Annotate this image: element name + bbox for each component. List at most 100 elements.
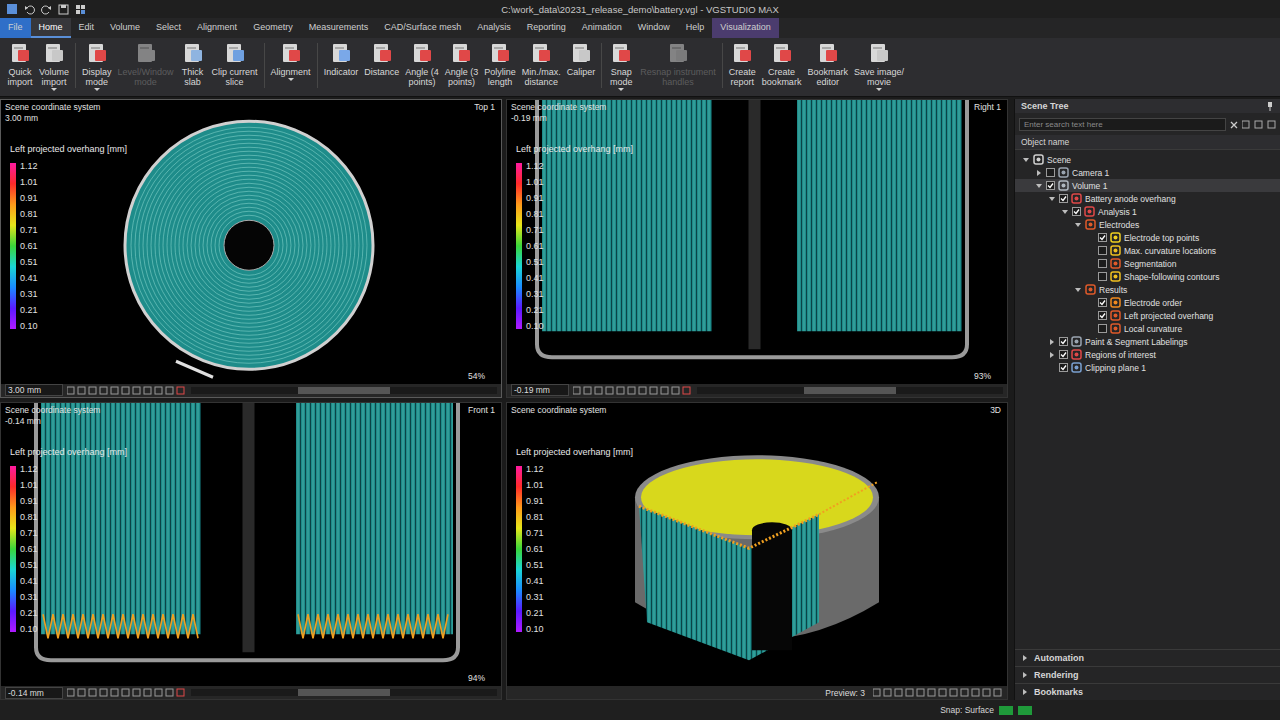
expander-icon[interactable] (1048, 338, 1056, 346)
ribbon-button[interactable]: Indicator (321, 41, 362, 77)
menu-tab[interactable]: Alignment (189, 18, 245, 38)
tree-item[interactable]: Clipping plane 1 (1015, 361, 1280, 374)
menu-tab[interactable]: Home (31, 18, 71, 38)
viewport-canvas[interactable]: Scene coordinate systemRight 1-0.19 mmLe… (507, 100, 1007, 384)
ribbon-button[interactable]: Angle (4points) (402, 41, 442, 87)
menu-tab[interactable]: CAD/Surface mesh (376, 18, 469, 38)
view-tools-icon[interactable] (67, 688, 187, 697)
tree-item[interactable]: Local curvature (1015, 322, 1280, 335)
visibility-checkbox[interactable] (1046, 181, 1055, 190)
preview-level[interactable]: Preview: 3 (821, 688, 869, 698)
front-slice-drawing[interactable] (1, 403, 501, 687)
volume-3d-drawing[interactable] (507, 403, 1007, 687)
ribbon-button[interactable]: Thickslab (177, 41, 209, 87)
tree-item[interactable]: Left projected overhang (1015, 309, 1280, 322)
expander-icon[interactable] (1022, 156, 1030, 164)
menu-tab[interactable]: Analysis (469, 18, 519, 38)
ribbon-button[interactable]: Bookmarkeditor (804, 41, 851, 87)
panel-section[interactable]: Automation (1015, 649, 1280, 666)
clear-icon[interactable] (1230, 121, 1238, 129)
tree-item[interactable]: Scene (1015, 153, 1280, 166)
ribbon-button[interactable]: Angle (3points) (442, 41, 482, 87)
expander-icon[interactable] (1035, 182, 1043, 190)
tree-options-icon[interactable] (1242, 120, 1276, 129)
menu-tab[interactable]: Reporting (519, 18, 574, 38)
expander-icon[interactable] (1035, 169, 1043, 177)
search-field[interactable]: Enter search text here (1019, 118, 1226, 131)
ribbon-button[interactable]: Createreport (726, 41, 759, 87)
viewport[interactable]: Scene coordinate systemFront 1-0.14 mmLe… (0, 402, 502, 701)
viewport[interactable]: Scene coordinate systemTop 13.00 mmLeft … (0, 99, 502, 398)
visibility-checkbox[interactable] (1059, 350, 1068, 359)
ribbon-button[interactable]: Caliper (564, 41, 599, 77)
right-slice-drawing[interactable] (507, 100, 1007, 384)
expander-icon[interactable] (1074, 286, 1082, 294)
viewport-canvas[interactable]: Scene coordinate systemTop 13.00 mmLeft … (1, 100, 501, 384)
tree-item[interactable]: Paint & Segment Labelings (1015, 335, 1280, 348)
slice-position-field[interactable]: -0.14 mm (5, 687, 63, 699)
visibility-checkbox[interactable] (1098, 259, 1107, 268)
column-header[interactable]: Object name (1015, 135, 1280, 150)
ribbon-button[interactable]: Distance (361, 41, 402, 77)
panel-section[interactable]: Bookmarks (1015, 683, 1280, 700)
ribbon-button[interactable]: Clip currentslice (209, 41, 261, 87)
view-tools-icon[interactable] (573, 386, 693, 395)
menu-tab[interactable]: Select (148, 18, 189, 38)
visibility-checkbox[interactable] (1059, 194, 1068, 203)
tree-item[interactable]: Electrode top points (1015, 231, 1280, 244)
tree-item[interactable]: Regions of interest (1015, 348, 1280, 361)
redo-icon[interactable] (41, 4, 52, 15)
slice-scrollbar[interactable] (191, 689, 497, 696)
top-slice-drawing[interactable] (1, 100, 501, 384)
ribbon-button[interactable]: Level/Windowmode (115, 41, 177, 87)
view-tools-icon[interactable] (873, 688, 1003, 697)
tree-item[interactable]: Volume 1 (1015, 179, 1280, 192)
visibility-checkbox[interactable] (1098, 324, 1107, 333)
undo-icon[interactable] (24, 4, 35, 15)
tree-item[interactable]: Results (1015, 283, 1280, 296)
panel-section[interactable]: Rendering (1015, 666, 1280, 683)
section-expander-icon[interactable] (1021, 671, 1029, 679)
expander-icon[interactable] (1048, 195, 1056, 203)
menu-tab[interactable]: Geometry (245, 18, 301, 38)
visibility-checkbox[interactable] (1098, 311, 1107, 320)
tree-item[interactable]: Shape-following contours (1015, 270, 1280, 283)
ribbon-button[interactable]: Save image/movie (851, 41, 907, 91)
visibility-checkbox[interactable] (1046, 168, 1055, 177)
menu-tab[interactable]: Volume (102, 18, 148, 38)
tree-item[interactable]: Max. curvature locations (1015, 244, 1280, 257)
tree-item[interactable]: Electrode order (1015, 296, 1280, 309)
visibility-checkbox[interactable] (1059, 337, 1068, 346)
app-icon[interactable] (6, 3, 18, 15)
tree-item[interactable]: Electrodes (1015, 218, 1280, 231)
ribbon-button[interactable]: Volumeimport (36, 41, 72, 91)
viewport[interactable]: Scene coordinate systemRight 1-0.19 mmLe… (506, 99, 1008, 398)
expander-icon[interactable] (1048, 351, 1056, 359)
save-icon[interactable] (58, 4, 69, 15)
slice-position-field[interactable]: 3.00 mm (5, 384, 63, 396)
ribbon-button[interactable]: Quickimport (4, 41, 36, 87)
menu-tab[interactable]: Window (630, 18, 678, 38)
ribbon-button[interactable]: Snapmode (605, 41, 637, 91)
menu-tab[interactable]: Help (678, 18, 713, 38)
ribbon-button[interactable]: Alignment (268, 41, 314, 81)
visibility-checkbox[interactable] (1098, 246, 1107, 255)
ribbon-button[interactable]: Createbookmark (759, 41, 805, 87)
visibility-checkbox[interactable] (1072, 207, 1081, 216)
menu-tab[interactable]: Visualization (712, 18, 778, 38)
slice-scrollbar[interactable] (697, 387, 1003, 394)
tree-item[interactable]: Battery anode overhang (1015, 192, 1280, 205)
ribbon-button[interactable]: Displaymode (79, 41, 115, 91)
viewport[interactable]: Scene coordinate system3DLeft projected … (506, 402, 1008, 701)
expander-icon[interactable] (1061, 208, 1069, 216)
ribbon-button[interactable]: Polylinelength (481, 41, 519, 87)
slice-scrollbar[interactable] (191, 387, 497, 394)
layout-icon[interactable] (75, 4, 86, 15)
menu-tab[interactable]: Edit (71, 18, 103, 38)
visibility-checkbox[interactable] (1098, 298, 1107, 307)
tree-item[interactable]: Camera 1 (1015, 166, 1280, 179)
menu-tab[interactable]: Animation (574, 18, 630, 38)
visibility-checkbox[interactable] (1098, 233, 1107, 242)
menu-tab[interactable]: Measurements (301, 18, 377, 38)
viewport-canvas[interactable]: Scene coordinate systemFront 1-0.14 mmLe… (1, 403, 501, 687)
